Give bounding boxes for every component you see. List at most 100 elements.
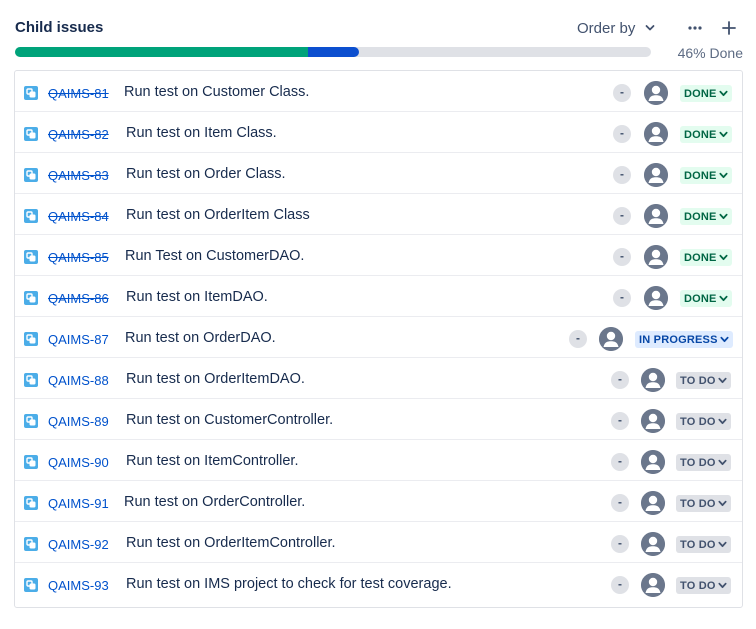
status-label: TO DO — [680, 374, 716, 387]
issue-summary[interactable]: Run Test on CustomerDAO. — [125, 248, 304, 264]
subtask-icon — [24, 496, 38, 510]
unassigned-avatar-icon — [644, 163, 668, 187]
issue-row[interactable]: QAIMS-92 Run test on OrderItemController.… — [15, 522, 742, 563]
assignee-avatar[interactable] — [599, 327, 623, 351]
subtask-icon — [24, 578, 38, 592]
chevron-down-icon — [719, 254, 728, 261]
subtask-icon — [24, 332, 38, 346]
issue-row[interactable]: QAIMS-83 Run test on Order Class. - DONE — [15, 153, 742, 194]
assignee-avatar[interactable] — [644, 286, 668, 310]
issue-row[interactable]: QAIMS-91 Run test on OrderController. - TO … — [15, 481, 742, 522]
issue-row[interactable]: QAIMS-81 Run test on Customer Class. - DONE — [15, 71, 742, 112]
priority-badge[interactable]: - — [611, 494, 629, 512]
assignee-avatar[interactable] — [644, 204, 668, 228]
issue-key-link[interactable]: QAIMS-92 — [48, 537, 109, 552]
issue-summary[interactable]: Run test on Item Class. — [126, 125, 277, 141]
status-lozenge[interactable]: TO DO — [676, 413, 731, 430]
issue-key-link[interactable]: QAIMS-93 — [48, 578, 109, 593]
status-label: TO DO — [680, 415, 716, 428]
assignee-avatar[interactable] — [641, 409, 665, 433]
issue-row[interactable]: QAIMS-87 Run test on OrderDAO. - IN PROGRES… — [15, 317, 742, 358]
issue-key-link[interactable]: QAIMS-91 — [48, 496, 109, 511]
subtask-icon — [24, 414, 38, 428]
status-lozenge[interactable]: DONE — [680, 290, 732, 307]
status-lozenge[interactable]: TO DO — [676, 577, 731, 594]
issue-key-link[interactable]: QAIMS-81 — [48, 86, 109, 101]
priority-badge[interactable]: - — [613, 166, 631, 184]
priority-badge[interactable]: - — [613, 207, 631, 225]
issue-summary[interactable]: Run test on OrderItem Class — [126, 207, 310, 223]
unassigned-avatar-icon — [641, 532, 665, 556]
issue-key-link[interactable]: QAIMS-87 — [48, 332, 109, 347]
issue-summary[interactable]: Run test on ItemDAO. — [126, 289, 268, 305]
more-actions-button[interactable] — [683, 16, 707, 40]
status-lozenge[interactable]: TO DO — [676, 536, 731, 553]
priority-badge[interactable]: - — [613, 125, 631, 143]
priority-badge[interactable]: - — [611, 535, 629, 553]
issue-row[interactable]: QAIMS-82 Run test on Item Class. - DONE — [15, 112, 742, 153]
issue-key-link[interactable]: QAIMS-88 — [48, 373, 109, 388]
issue-key-link[interactable]: QAIMS-85 — [48, 250, 109, 265]
priority-badge[interactable]: - — [611, 453, 629, 471]
unassigned-avatar-icon — [641, 491, 665, 515]
assignee-avatar[interactable] — [644, 81, 668, 105]
subtask-icon — [24, 455, 38, 469]
status-lozenge[interactable]: IN PROGRESS — [635, 331, 733, 348]
status-lozenge[interactable]: DONE — [680, 126, 732, 143]
issue-key-link[interactable]: QAIMS-90 — [48, 455, 109, 470]
status-lozenge[interactable]: TO DO — [676, 495, 731, 512]
priority-badge[interactable]: - — [613, 248, 631, 266]
issue-row[interactable]: QAIMS-88 Run test on OrderItemDAO. - TO DO — [15, 358, 742, 399]
issue-summary[interactable]: Run test on CustomerController. — [126, 412, 333, 428]
priority-badge[interactable]: - — [613, 84, 631, 102]
issue-key-link[interactable]: QAIMS-89 — [48, 414, 109, 429]
issue-summary[interactable]: Run test on Order Class. — [126, 166, 286, 182]
subtask-icon — [24, 86, 38, 100]
issue-summary[interactable]: Run test on IMS project to check for tes… — [126, 576, 452, 592]
priority-badge[interactable]: - — [611, 412, 629, 430]
plus-icon — [722, 21, 736, 35]
issue-row[interactable]: QAIMS-90 Run test on ItemController. - TO D… — [15, 440, 742, 481]
add-child-issue-button[interactable] — [717, 16, 741, 40]
issue-row[interactable]: QAIMS-93 Run test on IMS project to check… — [15, 563, 742, 604]
issue-summary[interactable]: Run test on OrderController. — [124, 494, 305, 510]
order-by-button[interactable]: Order by — [575, 16, 657, 40]
priority-badge[interactable]: - — [569, 330, 587, 348]
issue-row[interactable]: QAIMS-85 Run Test on CustomerDAO. - DONE — [15, 235, 742, 276]
section-title: Child issues — [15, 19, 104, 36]
issue-row[interactable]: QAIMS-89 Run test on CustomerController. -… — [15, 399, 742, 440]
issue-row[interactable]: QAIMS-84 Run test on OrderItem Class - DONE — [15, 194, 742, 235]
issue-key-link[interactable]: QAIMS-86 — [48, 291, 109, 306]
status-lozenge[interactable]: DONE — [680, 85, 732, 102]
status-label: DONE — [684, 292, 717, 305]
status-lozenge[interactable]: DONE — [680, 167, 732, 184]
status-label: TO DO — [680, 579, 716, 592]
issue-key-link[interactable]: QAIMS-83 — [48, 168, 109, 183]
priority-badge[interactable]: - — [613, 289, 631, 307]
priority-badge[interactable]: - — [611, 576, 629, 594]
assignee-avatar[interactable] — [641, 491, 665, 515]
assignee-avatar[interactable] — [644, 245, 668, 269]
assignee-avatar[interactable] — [641, 532, 665, 556]
issue-summary[interactable]: Run test on ItemController. — [126, 453, 298, 469]
progress-done-segment — [15, 47, 308, 57]
status-lozenge[interactable]: TO DO — [676, 372, 731, 389]
assignee-avatar[interactable] — [641, 368, 665, 392]
status-lozenge[interactable]: DONE — [680, 249, 732, 266]
issue-row[interactable]: QAIMS-86 Run test on ItemDAO. - DONE — [15, 276, 742, 317]
assignee-avatar[interactable] — [644, 163, 668, 187]
issue-summary[interactable]: Run test on OrderItemController. — [126, 535, 336, 551]
chevron-down-icon — [718, 377, 727, 384]
more-icon — [688, 26, 702, 30]
issue-key-link[interactable]: QAIMS-84 — [48, 209, 109, 224]
assignee-avatar[interactable] — [641, 450, 665, 474]
issue-summary[interactable]: Run test on Customer Class. — [124, 84, 309, 100]
issue-summary[interactable]: Run test on OrderDAO. — [125, 330, 276, 346]
assignee-avatar[interactable] — [644, 122, 668, 146]
priority-badge[interactable]: - — [611, 371, 629, 389]
assignee-avatar[interactable] — [641, 573, 665, 597]
status-lozenge[interactable]: DONE — [680, 208, 732, 225]
status-lozenge[interactable]: TO DO — [676, 454, 731, 471]
issue-summary[interactable]: Run test on OrderItemDAO. — [126, 371, 305, 387]
issue-key-link[interactable]: QAIMS-82 — [48, 127, 109, 142]
